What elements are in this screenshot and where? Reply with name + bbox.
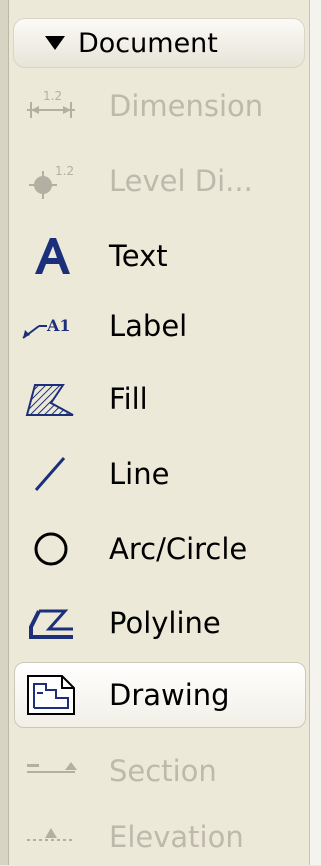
tool-level-dimension[interactable]: 1.2 Level Di...	[15, 152, 305, 210]
tool-label: Text	[109, 239, 168, 273]
tool-text[interactable]: Text	[15, 227, 305, 285]
tool-label: Level Di...	[109, 164, 253, 198]
label-icon: A1	[15, 297, 87, 355]
tool-arc-circle[interactable]: Arc/Circle	[15, 520, 305, 578]
tool-label: Elevation	[109, 820, 244, 854]
level-icon-number: 1.2	[55, 164, 74, 178]
scrollbar-track[interactable]	[309, 0, 321, 865]
tool-dimension[interactable]: 1.2 Dimension	[15, 77, 305, 135]
label-icon-text: A1	[46, 316, 71, 335]
drawing-icon	[15, 666, 87, 724]
text-icon	[15, 227, 87, 285]
tool-label: Section	[109, 754, 217, 788]
tool-drawing[interactable]: Drawing	[14, 662, 306, 728]
tool-label: Dimension	[109, 89, 264, 123]
document-group-label: Document	[78, 27, 218, 59]
level-dimension-icon: 1.2	[15, 152, 87, 210]
frame-left-border	[0, 0, 9, 865]
tool-label-tool[interactable]: A1 Label	[15, 297, 305, 355]
tool-fill[interactable]: Fill	[15, 370, 305, 428]
tool-elevation[interactable]: Elevation	[15, 808, 305, 866]
elevation-icon	[15, 808, 87, 866]
tool-label: Arc/Circle	[109, 532, 248, 566]
tool-line[interactable]: Line	[15, 445, 305, 503]
tool-polyline[interactable]: Polyline	[15, 594, 305, 652]
tool-label: Drawing	[109, 678, 230, 712]
section-icon	[15, 742, 87, 800]
tool-label: Label	[109, 309, 188, 343]
arc-circle-icon	[15, 520, 87, 578]
line-icon	[15, 445, 87, 503]
tool-label: Fill	[109, 382, 148, 416]
fill-icon	[15, 370, 87, 428]
tool-label: Polyline	[109, 606, 221, 640]
tool-label: Line	[109, 457, 170, 491]
dimension-icon: 1.2	[15, 77, 87, 135]
polyline-icon	[15, 594, 87, 652]
dimension-icon-number: 1.2	[43, 89, 62, 103]
triangle-down-icon	[42, 33, 68, 53]
toolbox-palette: Document 1.2 Dimension 1.2 Level Di... T…	[9, 0, 309, 865]
document-group-header[interactable]: Document	[13, 18, 305, 68]
tool-section[interactable]: Section	[15, 742, 305, 800]
